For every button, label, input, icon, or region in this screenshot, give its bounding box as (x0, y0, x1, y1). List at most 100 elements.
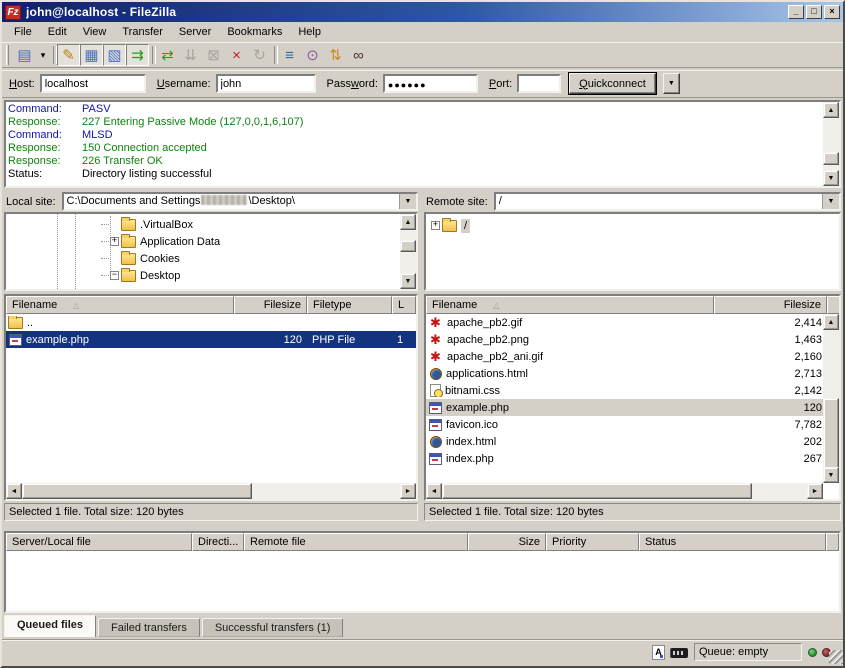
password-input[interactable] (383, 74, 478, 93)
close-button[interactable]: × (824, 5, 840, 19)
disconnect-icon[interactable]: × (225, 44, 248, 66)
toggle-remote-tree-icon[interactable]: ▧ (103, 44, 126, 66)
tree-item[interactable]: − Desktop (101, 267, 398, 284)
column-header[interactable]: L (392, 296, 416, 314)
scroll-down-icon[interactable]: ▼ (823, 170, 839, 186)
port-input[interactable] (517, 74, 561, 93)
remote-site-label: Remote site: (424, 196, 494, 208)
queue-tab[interactable]: Failed transfers (98, 618, 200, 637)
directory-comparison-icon[interactable]: ⊙ (301, 44, 324, 66)
column-header[interactable]: Filename△ (426, 296, 714, 314)
speed-limit-icon[interactable] (670, 648, 688, 658)
quickconnect-dropdown-icon[interactable]: ▼ (663, 73, 680, 94)
file-row[interactable]: apache_pb2.png 1,463 (426, 331, 827, 348)
menu-item[interactable]: View (75, 23, 115, 41)
remote-site-combobox[interactable]: / ▼ (494, 192, 841, 211)
menu-item[interactable]: Transfer (114, 23, 171, 41)
queue-column-header[interactable]: Directi... (192, 533, 244, 551)
tree-expander[interactable]: + (110, 237, 119, 246)
reconnect-icon[interactable]: ↻ (248, 44, 271, 66)
file-row[interactable]: index.php 267 (426, 450, 827, 467)
site-manager-icon[interactable]: ▤ (13, 44, 36, 66)
toggle-local-tree-icon[interactable]: ▦ (80, 44, 103, 66)
file-row[interactable]: favicon.ico 7,782 (426, 416, 827, 433)
queue-column-header[interactable]: Server/Local file (6, 533, 192, 551)
file-row[interactable]: example.php 120 (426, 399, 827, 416)
column-header[interactable]: Filename△ (6, 296, 234, 314)
scroll-right-icon[interactable]: ► (807, 483, 823, 499)
menu-item[interactable]: Edit (40, 23, 75, 41)
vscroll-thumb[interactable] (823, 398, 839, 474)
tree-expander[interactable]: − (110, 271, 119, 280)
log-scrollbar[interactable]: ▲ ▼ (823, 102, 839, 186)
process-queue-icon[interactable]: ⇊ (179, 44, 202, 66)
file-row[interactable]: apache_pb2_ani.gif 2,160 (426, 348, 827, 365)
menu-item[interactable]: File (6, 23, 40, 41)
cancel-operation-icon[interactable]: ⊠ (202, 44, 225, 66)
file-row[interactable]: example.php 120 PHP File 1 (6, 331, 416, 348)
column-header[interactable]: Filesize (234, 296, 307, 314)
local-hscrollbar[interactable]: ◄ ► (6, 483, 416, 499)
quickconnect-button[interactable]: Quickconnect (569, 73, 656, 94)
column-header[interactable]: Filetype (307, 296, 392, 314)
port-label: Port: (489, 78, 512, 90)
scroll-up-icon[interactable]: ▲ (400, 214, 416, 230)
site-manager-dropdown-icon[interactable]: ▾ (36, 44, 50, 66)
local-site-combobox[interactable]: C:\Documents and Settings\Desktop\ ▼ (62, 192, 418, 211)
tree-item[interactable]: + / (431, 217, 837, 234)
menu-item[interactable]: Help (290, 23, 329, 41)
scroll-left-icon[interactable]: ◄ (6, 483, 22, 499)
scroll-down-icon[interactable]: ▼ (400, 273, 416, 289)
queue-column-header[interactable] (826, 533, 839, 551)
column-header[interactable]: Filesize (714, 296, 827, 314)
scroll-down-icon[interactable]: ▼ (823, 467, 839, 483)
tree-expander[interactable]: + (431, 221, 440, 230)
remote-hscrollbar[interactable]: ◄ ► (426, 483, 823, 499)
synchronized-browsing-icon[interactable]: ⇅ (324, 44, 347, 66)
folder-icon (121, 253, 136, 265)
find-files-icon[interactable]: ∞ (347, 44, 370, 66)
resize-grip[interactable] (829, 650, 843, 664)
tree-item[interactable]: Cookies (101, 250, 398, 267)
menu-item[interactable]: Bookmarks (219, 23, 290, 41)
toggle-queue-icon[interactable]: ⇉ (126, 44, 149, 66)
remote-vscrollbar[interactable]: ▲ ▼ (823, 314, 839, 483)
maximize-button[interactable]: □ (806, 5, 822, 19)
ascii-datatype-icon: A (652, 645, 665, 660)
toolbar: ▤▾ ✎▦▧⇉ ⇄⇊⊠×↻ ≡⊙⇅∞ (2, 42, 843, 68)
file-row[interactable]: apache_pb2.gif 2,414 (426, 314, 827, 331)
file-icon (9, 334, 22, 346)
queue-column-header[interactable]: Size (468, 533, 546, 551)
scroll-left-icon[interactable]: ◄ (426, 483, 442, 499)
queue-tab[interactable]: Queued files (4, 615, 96, 637)
scroll-up-icon[interactable]: ▲ (823, 314, 839, 330)
remote-file-list: apache_pb2.gif 2,414 apache_pb2.png 1,46… (426, 314, 827, 467)
username-input[interactable] (216, 74, 316, 93)
filter-icon[interactable]: ≡ (278, 44, 301, 66)
file-row[interactable]: bitnami.css 2,142 (426, 382, 827, 399)
queue-tab[interactable]: Successful transfers (1) (202, 618, 344, 637)
tree-scroll-thumb[interactable] (400, 240, 416, 252)
file-row[interactable]: .. (6, 314, 416, 331)
minimize-button[interactable]: _ (788, 5, 804, 19)
menu-item[interactable]: Server (171, 23, 219, 41)
combo-dropdown-icon[interactable]: ▼ (822, 194, 839, 209)
file-row[interactable]: index.html 202 (426, 433, 827, 450)
refresh-icon[interactable]: ⇄ (156, 44, 179, 66)
file-row[interactable]: applications.html 2,713 (426, 365, 827, 382)
tree-item[interactable]: + Application Data (101, 233, 398, 250)
queue-column-header[interactable]: Remote file (244, 533, 468, 551)
scroll-right-icon[interactable]: ► (400, 483, 416, 499)
queue-column-header[interactable]: Priority (546, 533, 639, 551)
host-input[interactable] (40, 74, 146, 93)
toggle-log-icon[interactable]: ✎ (57, 44, 80, 66)
tree-item[interactable]: .VirtualBox (101, 216, 398, 233)
log-scroll-thumb[interactable] (823, 152, 839, 165)
local-tree: .VirtualBox + Application Data Cookies − (6, 214, 416, 284)
local-tree-scrollbar[interactable]: ▲ ▼ (400, 214, 416, 289)
hscroll-thumb[interactable] (442, 483, 752, 499)
hscroll-thumb[interactable] (22, 483, 252, 499)
combo-dropdown-icon[interactable]: ▼ (399, 194, 416, 209)
scroll-up-icon[interactable]: ▲ (823, 102, 839, 118)
queue-column-header[interactable]: Status (639, 533, 826, 551)
